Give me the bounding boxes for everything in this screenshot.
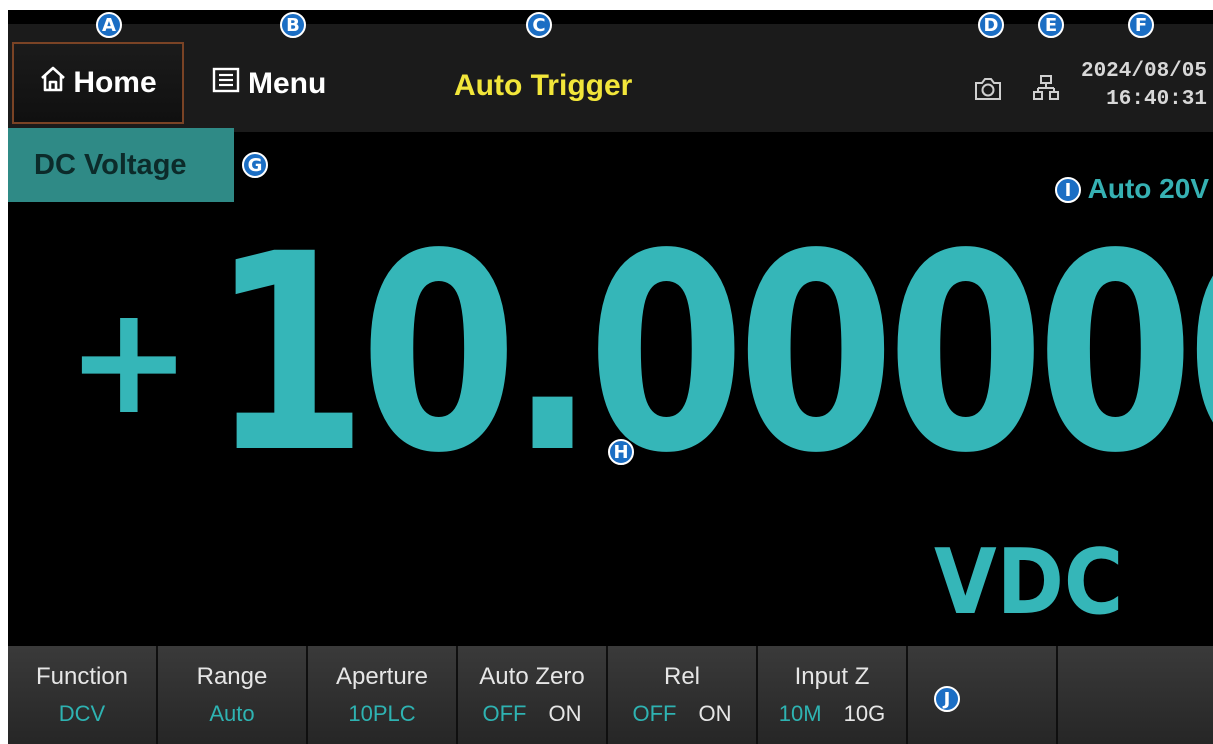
instrument-screen: Home Menu Auto Trigger 2024/08/05 16:40:… bbox=[8, 10, 1213, 744]
callout-j: J bbox=[934, 686, 960, 712]
softkey-value: DCV bbox=[58, 701, 106, 726]
home-button[interactable]: Home bbox=[12, 42, 184, 124]
softkey-rel[interactable]: Rel OFF ON bbox=[608, 646, 758, 744]
function-tag: DC Voltage bbox=[8, 128, 234, 202]
option-10g: 10G bbox=[843, 701, 886, 726]
softkey-empty-2[interactable] bbox=[1058, 646, 1213, 744]
menu-list-icon bbox=[212, 66, 240, 102]
home-icon bbox=[39, 65, 67, 101]
callout-d: D bbox=[978, 12, 1004, 38]
softkey-label: Auto Zero bbox=[479, 663, 585, 690]
callout-f: F bbox=[1128, 12, 1154, 38]
softkey-value: 10PLC bbox=[348, 701, 416, 726]
time: 16:40:31 bbox=[1106, 88, 1207, 111]
reading-unit: VDC bbox=[934, 530, 1124, 635]
softkey-input-z[interactable]: Input Z 10M 10G bbox=[758, 646, 908, 744]
softkey-options: OFF ON bbox=[633, 701, 732, 727]
reading-value: 10.00000 bbox=[209, 197, 1213, 513]
callout-c: C bbox=[526, 12, 552, 38]
softkey-label: Aperture bbox=[335, 663, 429, 690]
network-icon bbox=[1033, 74, 1059, 107]
callout-g: G bbox=[242, 152, 268, 178]
option-on: ON bbox=[548, 701, 582, 726]
date-time: 2024/08/05 16:40:31 bbox=[1081, 58, 1207, 114]
option-10m: 10M bbox=[778, 701, 822, 726]
softkey-label: Input Z bbox=[794, 663, 870, 690]
softkey-label: Range bbox=[196, 663, 268, 690]
main-reading: + 10.00000 bbox=[66, 197, 1213, 513]
callout-e: E bbox=[1038, 12, 1064, 38]
reading-sign: + bbox=[66, 274, 192, 448]
menu-button[interactable]: Menu bbox=[212, 54, 326, 114]
top-status-bar: Home Menu Auto Trigger 2024/08/05 16:40:… bbox=[8, 24, 1213, 132]
softkey-options: OFF ON bbox=[483, 701, 582, 727]
softkey-value: Auto bbox=[209, 701, 255, 726]
option-off: OFF bbox=[632, 701, 677, 726]
callout-i: I bbox=[1055, 177, 1081, 203]
softkey-label: Rel bbox=[663, 663, 700, 690]
softkey-aperture[interactable]: Aperture 10PLC bbox=[308, 646, 458, 744]
softkey-empty-1[interactable] bbox=[908, 646, 1058, 744]
callout-b: B bbox=[280, 12, 306, 38]
softkey-range[interactable]: Range Auto bbox=[158, 646, 308, 744]
softkey-function[interactable]: Function DCV bbox=[8, 646, 158, 744]
softkey-label: Function bbox=[35, 663, 129, 690]
option-off: OFF bbox=[482, 701, 527, 726]
trigger-mode[interactable]: Auto Trigger bbox=[454, 69, 632, 103]
home-label: Home bbox=[73, 66, 157, 99]
softkey-options: 10M 10G bbox=[779, 701, 885, 727]
softkey-bar: Function DCV Range Auto Aperture 10PLC A… bbox=[8, 646, 1213, 744]
option-on: ON bbox=[698, 701, 732, 726]
softkey-auto-zero[interactable]: Auto Zero OFF ON bbox=[458, 646, 608, 744]
menu-label: Menu bbox=[248, 67, 327, 100]
camera-icon[interactable] bbox=[973, 76, 1003, 107]
date: 2024/08/05 bbox=[1080, 60, 1207, 83]
callout-h: H bbox=[608, 439, 634, 465]
callout-a: A bbox=[96, 12, 122, 38]
